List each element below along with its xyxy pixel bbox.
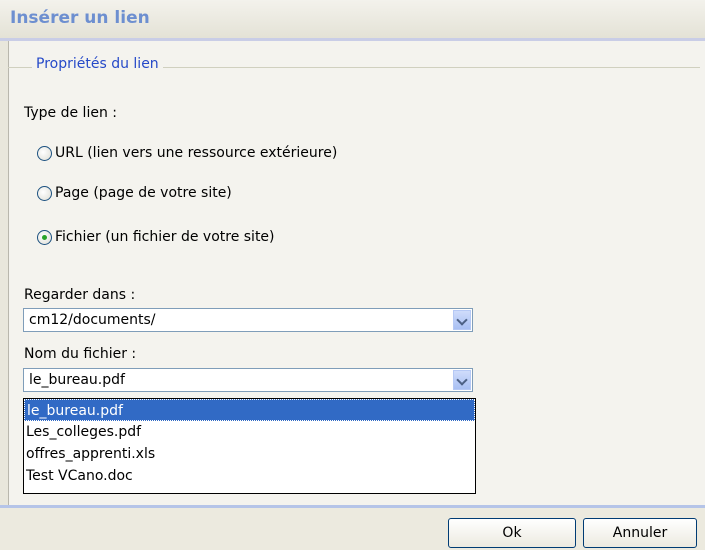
look-in-select[interactable]: cm12/documents/ [23,308,473,332]
radio-page-circle[interactable] [37,185,52,201]
fieldset-border-left [8,67,20,68]
list-item[interactable]: Les_colleges.pdf [24,421,475,443]
ok-button[interactable]: Ok [448,518,576,548]
file-name-label: Nom du fichier : [24,346,137,362]
link-type-label: Type de lien : [24,105,117,121]
list-item[interactable]: offres_apprenti.xls [24,443,475,465]
dialog-left-edge [0,0,9,547]
radio-url-circle[interactable] [37,145,52,161]
radio-url[interactable]: URL (lien vers une ressource extérieure) [37,142,337,164]
radio-url-label: URL (lien vers une ressource extérieure) [55,145,338,161]
radio-page-label: Page (page de votre site) [55,185,232,201]
title-bar: Insérer un lien [0,0,705,41]
radio-page[interactable]: Page (page de votre site) [37,182,232,204]
radio-file-label: Fichier (un fichier de votre site) [55,229,275,245]
look-in-value: cm12/documents/ [29,312,156,328]
chevron-down-icon[interactable] [453,370,471,390]
radio-file-circle[interactable] [37,229,52,245]
file-name-value: le_bureau.pdf [29,372,125,388]
radio-file[interactable]: Fichier (un fichier de votre site) [37,226,275,248]
file-dropdown-list[interactable]: le_bureau.pdf Les_colleges.pdf offres_ap… [23,398,476,494]
dialog-title: Insérer un lien [10,8,150,28]
fieldset-legend: Propriétés du lien [32,56,163,72]
list-item[interactable]: Test VCano.doc [24,465,475,487]
button-bar: Ok Annuler [0,505,705,550]
look-in-label: Regarder dans : [24,287,136,303]
insert-link-dialog: Insérer un lien Propriétés du lien Type … [0,0,705,550]
list-item[interactable]: le_bureau.pdf [24,399,475,421]
cancel-button[interactable]: Annuler [583,518,697,548]
file-name-select[interactable]: le_bureau.pdf [23,368,473,392]
chevron-down-icon[interactable] [453,310,471,330]
